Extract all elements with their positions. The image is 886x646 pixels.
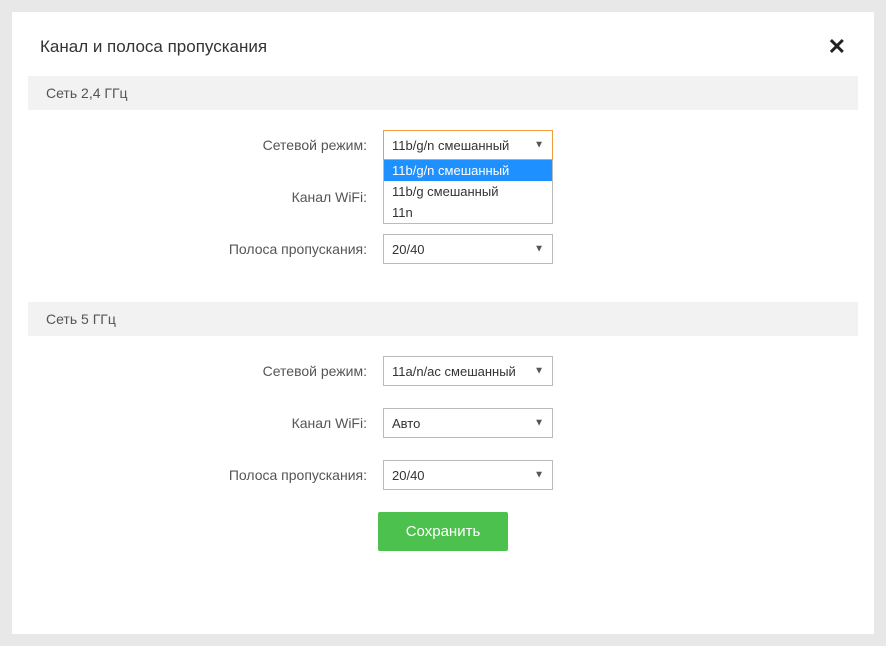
select-5-mode[interactable]: 11a/n/ac смешанный ▼ xyxy=(383,356,553,386)
label-5-bandwidth: Полоса пропускания: xyxy=(28,467,383,483)
chevron-down-icon: ▼ xyxy=(534,470,544,481)
select-24-bandwidth[interactable]: 20/40 ▼ xyxy=(383,234,553,264)
label-5-channel: Канал WiFi: xyxy=(28,415,383,431)
select-5-bandwidth[interactable]: 20/40 ▼ xyxy=(383,460,553,490)
select-5-channel[interactable]: Авто ▼ xyxy=(383,408,553,438)
label-24-channel: Канал WiFi: xyxy=(28,189,383,205)
dropdown-24-mode: 11b/g/n смешанный 11b/g смешанный 11n xyxy=(383,160,553,224)
row-5-mode: Сетевой режим: 11a/n/ac смешанный ▼ xyxy=(28,356,858,386)
row-5-bandwidth: Полоса пропускания: 20/40 ▼ xyxy=(28,460,858,490)
close-icon: ✕ xyxy=(828,34,846,59)
chevron-down-icon: ▼ xyxy=(534,140,544,151)
chevron-down-icon: ▼ xyxy=(534,244,544,255)
label-24-bandwidth: Полоса пропускания: xyxy=(28,241,383,257)
select-24-mode[interactable]: 11b/g/n смешанный ▼ xyxy=(383,130,553,160)
row-5-channel: Канал WiFi: Авто ▼ xyxy=(28,408,858,438)
select-5-channel-value: Авто xyxy=(392,416,420,431)
chevron-down-icon: ▼ xyxy=(534,366,544,377)
dropdown-option[interactable]: 11n xyxy=(384,202,552,223)
chevron-down-icon: ▼ xyxy=(534,418,544,429)
select-24-mode-wrap: 11b/g/n смешанный ▼ 11b/g/n смешанный 11… xyxy=(383,130,553,160)
select-5-bandwidth-wrap: 20/40 ▼ xyxy=(383,460,553,490)
dropdown-option[interactable]: 11b/g/n смешанный xyxy=(384,160,552,181)
save-row: Сохранить xyxy=(28,512,858,551)
row-24-bandwidth: Полоса пропускания: 20/40 ▼ xyxy=(28,234,858,264)
modal-title: Канал и полоса пропускания xyxy=(40,37,267,57)
close-button[interactable]: ✕ xyxy=(828,36,846,58)
select-5-channel-wrap: Авто ▼ xyxy=(383,408,553,438)
row-24-mode: Сетевой режим: 11b/g/n смешанный ▼ 11b/g… xyxy=(28,130,858,160)
form-section-5ghz: Сетевой режим: 11a/n/ac смешанный ▼ Кана… xyxy=(12,336,874,579)
form-section-24ghz: Сетевой режим: 11b/g/n смешанный ▼ 11b/g… xyxy=(12,110,874,302)
label-5-mode: Сетевой режим: xyxy=(28,363,383,379)
label-24-mode: Сетевой режим: xyxy=(28,137,383,153)
select-24-bandwidth-value: 20/40 xyxy=(392,242,425,257)
section-header-5ghz: Сеть 5 ГГц xyxy=(28,302,858,336)
select-24-bandwidth-wrap: 20/40 ▼ xyxy=(383,234,553,264)
dropdown-option[interactable]: 11b/g смешанный xyxy=(384,181,552,202)
select-5-bandwidth-value: 20/40 xyxy=(392,468,425,483)
save-button[interactable]: Сохранить xyxy=(378,512,509,551)
select-5-mode-wrap: 11a/n/ac смешанный ▼ xyxy=(383,356,553,386)
select-5-mode-value: 11a/n/ac смешанный xyxy=(392,364,516,379)
select-24-mode-value: 11b/g/n смешанный xyxy=(392,138,509,153)
channel-bandwidth-modal: Канал и полоса пропускания ✕ Сеть 2,4 ГГ… xyxy=(12,12,874,634)
section-header-24ghz: Сеть 2,4 ГГц xyxy=(28,76,858,110)
modal-header: Канал и полоса пропускания ✕ xyxy=(12,12,874,76)
